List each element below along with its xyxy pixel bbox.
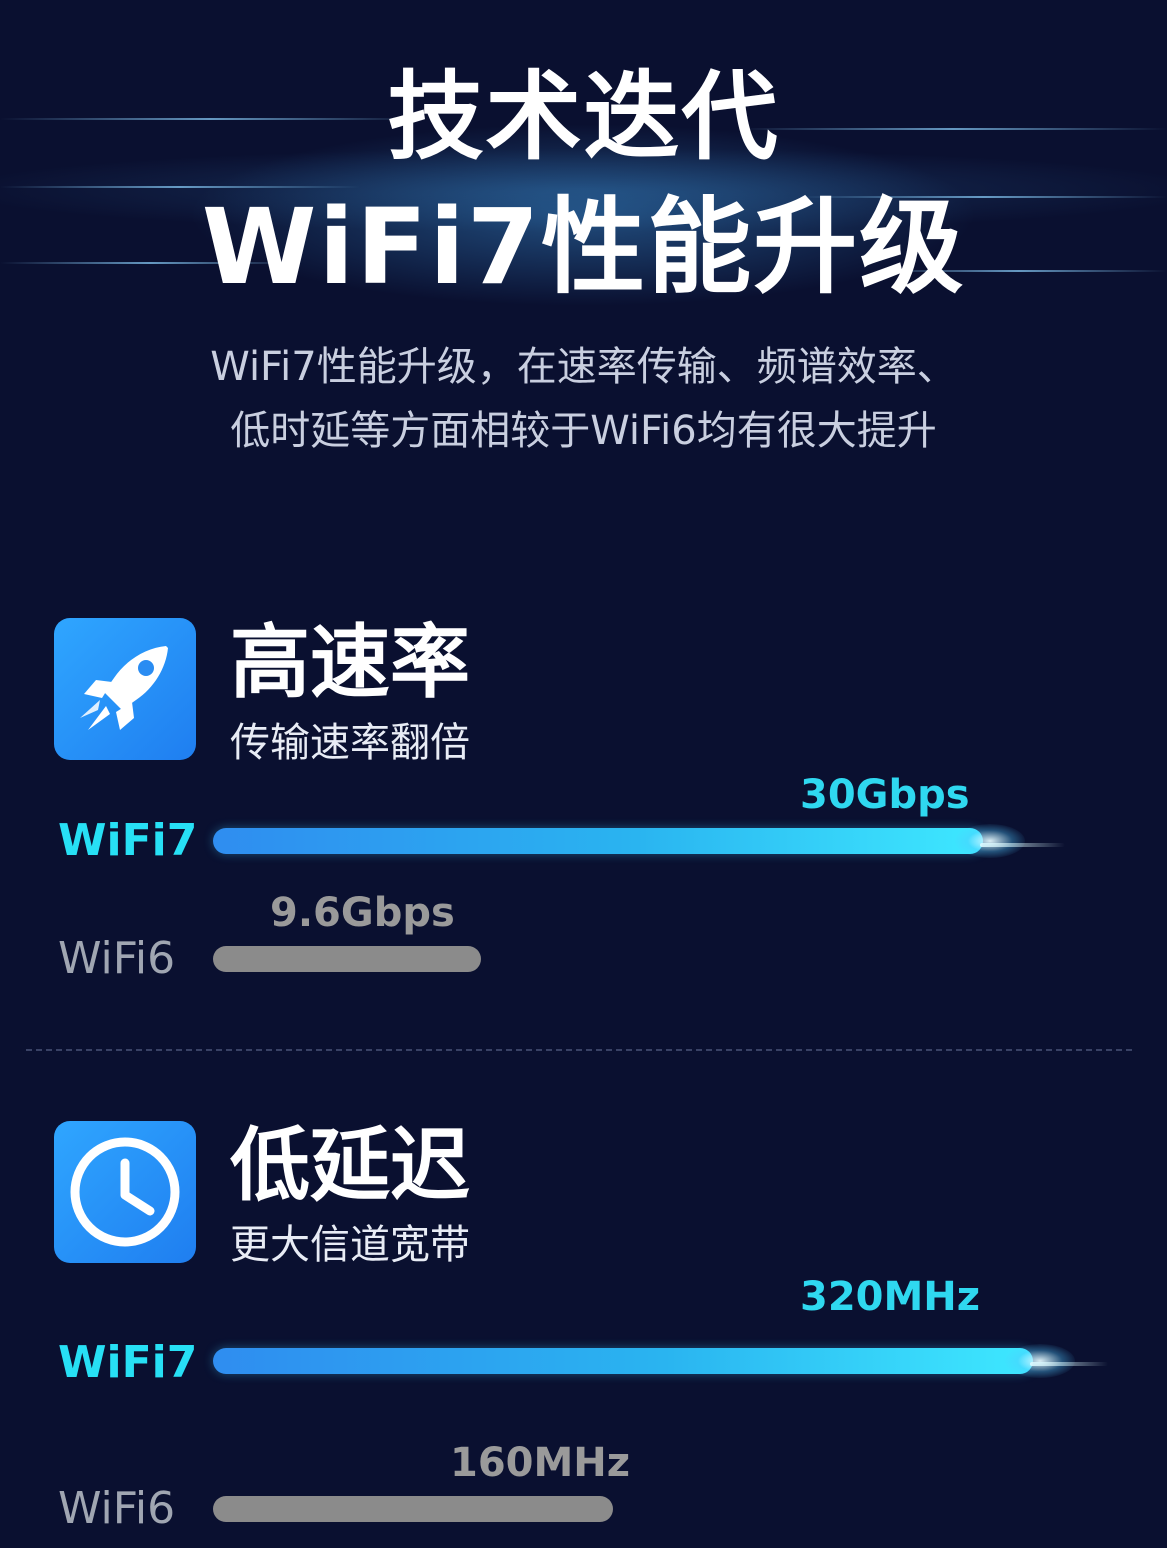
- clock-icon: [54, 1121, 196, 1263]
- wifi6-speed-value: 9.6Gbps: [270, 890, 455, 936]
- wifi6-speed-bar: [213, 946, 481, 972]
- wifi6-bandwidth-bar: [213, 1496, 613, 1522]
- rocket-icon: [54, 618, 196, 760]
- page-title-line2: WiFi7性能升级: [201, 186, 966, 308]
- wifi7-speed-value: 30Gbps: [800, 772, 970, 818]
- bar-spark: [1030, 1362, 1108, 1366]
- wifi7-bandwidth-value: 320MHz: [800, 1274, 981, 1320]
- wifi7-label: WiFi7: [58, 1337, 198, 1388]
- wifi7-bandwidth-bar: [213, 1348, 1033, 1374]
- wifi7-label: WiFi7: [58, 815, 198, 866]
- bar-spark: [980, 843, 1065, 847]
- feature-title-speed: 高速率: [230, 616, 470, 709]
- page-title-line1: 技术迭代: [387, 61, 780, 173]
- wifi6-label: WiFi6: [58, 933, 176, 984]
- feature-desc-latency: 更大信道宽带: [230, 1222, 470, 1268]
- wifi6-bandwidth-value: 160MHz: [450, 1440, 631, 1486]
- subtitle-line1: WiFi7性能升级，在速率传输、频谱效率、: [210, 344, 957, 390]
- bar-spark-glow: [955, 824, 1025, 858]
- section-divider: [26, 1049, 1132, 1051]
- feature-title-latency: 低延迟: [230, 1119, 470, 1212]
- wifi7-speed-bar: [213, 828, 983, 854]
- feature-desc-speed: 传输速率翻倍: [230, 720, 470, 766]
- subtitle-line2: 低时延等方面相较于WiFi6均有很大提升: [230, 408, 937, 454]
- bar-spark-glow: [1005, 1344, 1075, 1378]
- wifi6-label: WiFi6: [58, 1483, 176, 1534]
